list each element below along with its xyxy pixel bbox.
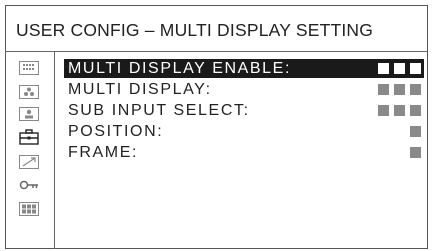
menu-item-label: SUB INPUT SELECT: (68, 102, 250, 119)
key-icon[interactable] (18, 177, 40, 193)
title-divider (5, 51, 428, 52)
menu-item-sub-input-select[interactable]: SUB INPUT SELECT: (64, 101, 424, 120)
menu-item-multi-display[interactable]: MULTI DISPLAY: (64, 80, 424, 99)
input-icon[interactable] (18, 106, 40, 122)
value-indicator (378, 84, 421, 95)
value-indicator (410, 126, 421, 137)
menu-item-label: MULTI DISPLAY: (68, 81, 212, 98)
menu-item-label: MULTI DISPLAY ENABLE: (68, 60, 291, 77)
value-indicator (378, 63, 421, 74)
value-indicator (410, 147, 421, 158)
toolbox-icon[interactable] (18, 129, 40, 145)
color-adjust-icon[interactable] (18, 84, 40, 100)
page-title: USER CONFIG – MULTI DISPLAY SETTING (16, 20, 374, 40)
menu-item-position[interactable]: POSITION: (64, 122, 424, 141)
status-icon[interactable] (18, 60, 40, 76)
menu-item-label: POSITION: (68, 123, 164, 140)
menu-item-frame[interactable]: FRAME: (64, 143, 424, 162)
chart-icon[interactable] (18, 154, 40, 170)
value-indicator (378, 105, 421, 116)
menu-item-multi-display-enable[interactable]: MULTI DISPLAY ENABLE: (64, 59, 424, 78)
sidebar-divider (54, 51, 55, 249)
multi-display-icon[interactable] (18, 201, 40, 217)
menu-item-label: FRAME: (68, 144, 139, 161)
